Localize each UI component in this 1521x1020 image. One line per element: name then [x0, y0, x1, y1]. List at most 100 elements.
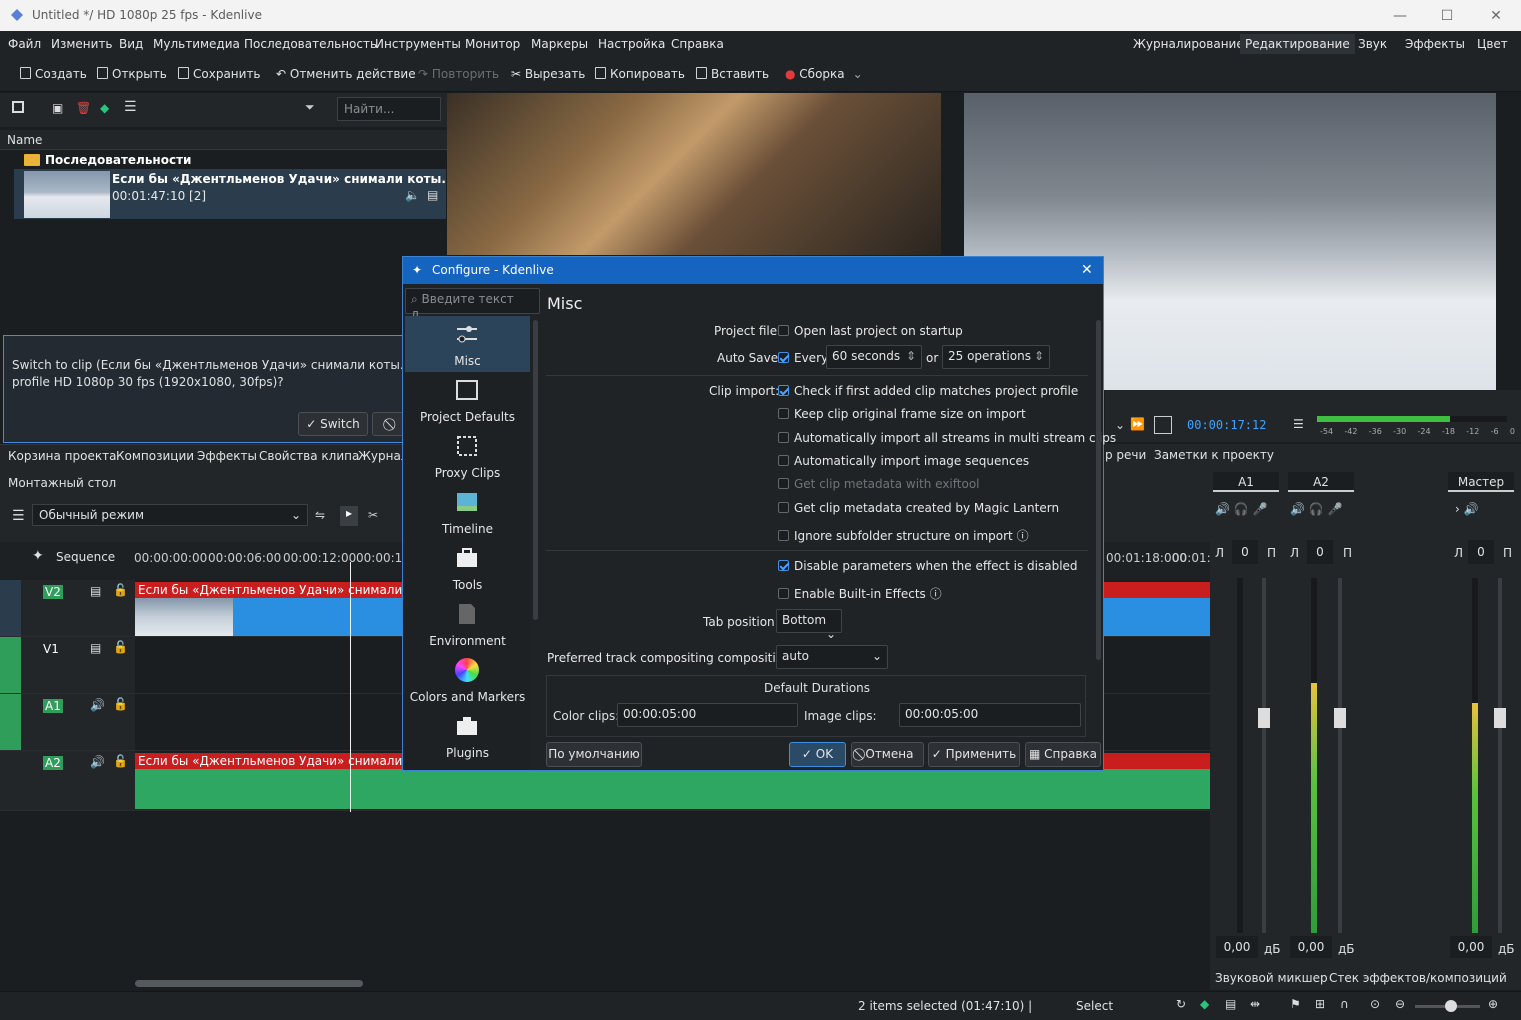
edit-mode-select[interactable]: Обычный режим ⌄ — [32, 504, 308, 526]
settings-search-input[interactable]: ⌕ Введите текст д... — [405, 288, 540, 321]
shield-icon[interactable]: ◆ — [1200, 997, 1209, 1011]
film-icon[interactable]: ▤ — [90, 584, 101, 598]
bin-folder-sequences[interactable]: Последовательности — [45, 153, 191, 167]
speaker-icon[interactable]: 🔊 — [90, 755, 105, 769]
mixer-speaker-icon[interactable]: › 🔊 — [1455, 502, 1479, 516]
color-clips-input[interactable]: 00:00:05:00 — [617, 703, 798, 727]
redo-button[interactable]: ↷ Повторить — [418, 67, 499, 81]
marker-flag-icon[interactable]: ⚑ — [1290, 997, 1301, 1011]
menu-media[interactable]: Мультимедиа — [153, 37, 240, 51]
volume-fader-a2[interactable] — [1334, 578, 1346, 933]
zoom-out-icon[interactable]: ⊖ — [1395, 997, 1405, 1011]
zoom-slider[interactable] — [1415, 1000, 1480, 1012]
film-icon[interactable]: ▤ — [1225, 997, 1236, 1011]
sidebar-item-timeline[interactable]: Timeline — [405, 484, 530, 540]
tab-speech[interactable]: р речи — [1105, 448, 1146, 462]
menu-markers[interactable]: Маркеры — [531, 37, 588, 51]
monitor-menu-icon[interactable]: ☰ — [1293, 417, 1304, 431]
sidebar-scrollbar[interactable] — [533, 320, 538, 620]
gain-input-a1[interactable]: 0,00 — [1216, 936, 1258, 958]
sidebar-item-plugins[interactable]: Plugins — [405, 708, 530, 764]
menu-file[interactable]: Файл — [8, 37, 41, 51]
bin-search-input[interactable]: Найти... — [337, 97, 441, 121]
menu-view[interactable]: Вид — [119, 37, 143, 51]
defaults-button[interactable]: По умолчанию — [546, 742, 642, 767]
pan-input[interactable]: 0 — [1232, 540, 1258, 564]
ok-button[interactable]: ✓ OK — [789, 742, 846, 767]
zoom-in-icon[interactable]: ⊕ — [1488, 997, 1498, 1011]
menu-edit[interactable]: Изменить — [51, 37, 113, 51]
zoom-fit-icon[interactable]: ⊙ — [1370, 997, 1380, 1011]
undo-button[interactable]: ↶ Отменить действие — [276, 67, 416, 81]
volume-fader-master[interactable] — [1494, 578, 1506, 933]
chevron-down-icon[interactable]: ⌄ — [1115, 418, 1125, 432]
snap-icon[interactable]: ⇹ — [1250, 997, 1260, 1011]
add-clip-icon[interactable] — [12, 101, 24, 113]
sidebar-item-colors[interactable]: Colors and Markers — [405, 652, 530, 708]
import-streams-checkbox[interactable]: Automatically import all streams in mult… — [778, 431, 1116, 445]
tab-compositions[interactable]: Композиции — [116, 449, 194, 463]
render-button[interactable]: ● Сборка ⌄ — [785, 67, 863, 81]
save-button[interactable]: Сохранить — [178, 67, 261, 81]
sidebar-item-project-defaults[interactable]: Project Defaults — [405, 372, 530, 428]
workspace-effects[interactable]: Эффекты — [1405, 37, 1465, 51]
magic-lantern-checkbox[interactable]: Get clip metadata created by Magic Lante… — [778, 501, 1059, 515]
gain-input-a2[interactable]: 0,00 — [1290, 936, 1332, 958]
menu-sequence[interactable]: Последовательность — [244, 37, 377, 51]
workspace-audio[interactable]: Звук — [1358, 37, 1387, 51]
cancel-button[interactable]: ⃠ Отмена — [851, 742, 924, 767]
lock-icon[interactable]: 🔓 — [113, 583, 128, 597]
tab-effects[interactable]: Эффекты — [197, 449, 257, 463]
workspace-color[interactable]: Цвет — [1477, 37, 1508, 51]
autosave-seconds-spinbox[interactable]: 60 seconds ⇕ — [826, 345, 922, 369]
keep-frame-size-checkbox[interactable]: Keep clip original frame size on import — [778, 407, 1026, 421]
tab-clip-properties[interactable]: Свойства клипа — [259, 449, 359, 463]
tab-effect-stack[interactable]: Стек эффектов/композиций — [1329, 971, 1507, 985]
tab-position-select[interactable]: Bottom ⌄ — [776, 609, 842, 641]
lock-icon[interactable]: 🔓 — [113, 697, 128, 711]
speaker-icon[interactable]: 🔊 — [90, 698, 105, 712]
close-window-button[interactable]: ✕ — [1473, 3, 1519, 29]
disable-params-checkbox[interactable]: Disable parameters when the effect is di… — [778, 559, 1078, 573]
select-tool-icon[interactable]: ▸ — [340, 506, 358, 526]
film-icon[interactable]: ▤ — [90, 641, 101, 655]
menu-help[interactable]: Справка — [671, 37, 724, 51]
pan-input[interactable]: 0 — [1468, 540, 1494, 564]
spacer-tool-icon[interactable]: ⇋ — [315, 508, 325, 522]
tab-project-bin[interactable]: Корзина проекта — [8, 449, 116, 463]
minimize-button[interactable]: — — [1377, 3, 1423, 29]
switch-button[interactable]: ✓ Switch — [298, 412, 368, 436]
sidebar-item-tools[interactable]: Tools — [405, 540, 530, 596]
paste-button[interactable]: Вставить — [696, 67, 769, 81]
playhead[interactable] — [350, 562, 351, 812]
image-clips-input[interactable]: 00:00:05:00 — [899, 703, 1081, 727]
timeline-menu-icon[interactable]: ☰ — [12, 508, 25, 524]
content-scrollbar[interactable] — [1096, 320, 1101, 660]
pan-input[interactable]: 0 — [1307, 540, 1333, 564]
lock-icon[interactable]: 🔓 — [113, 640, 128, 654]
menu-settings[interactable]: Настройка — [598, 37, 665, 51]
new-button[interactable]: Создать — [20, 67, 87, 81]
delete-icon[interactable]: 🗑 — [76, 101, 91, 115]
volume-fader-a1[interactable] — [1258, 578, 1270, 933]
timeline-scrollbar[interactable] — [135, 980, 363, 987]
refresh-icon[interactable]: ↻ — [1176, 997, 1186, 1011]
gain-input-master[interactable]: 0,00 — [1450, 936, 1492, 958]
close-icon[interactable]: ✕ — [1081, 262, 1093, 278]
zoom-frame-icon[interactable] — [1154, 416, 1172, 434]
sidebar-item-environment[interactable]: Environment — [405, 596, 530, 652]
maximize-button[interactable]: ☐ — [1424, 3, 1470, 29]
copy-button[interactable]: Копировать — [595, 67, 685, 81]
import-sequences-checkbox[interactable]: Automatically import image sequences — [778, 454, 1029, 468]
tab-project-notes[interactable]: Заметки к проекту — [1154, 448, 1274, 462]
check-profile-checkbox[interactable]: Check if first added clip matches projec… — [778, 384, 1078, 398]
menu-monitor[interactable]: Монитор — [465, 37, 520, 51]
menu-tools[interactable]: Инструменты — [375, 37, 461, 51]
autosave-checkbox[interactable]: Every — [778, 351, 828, 365]
workspace-logging[interactable]: Журналирование — [1133, 37, 1244, 51]
fast-forward-icon[interactable]: ⏩ — [1130, 417, 1145, 431]
lock-icon[interactable]: 🔓 — [113, 754, 128, 768]
cut-button[interactable]: ✂ Вырезать — [511, 67, 585, 81]
open-last-checkbox[interactable]: Open last project on startup — [778, 324, 963, 338]
open-button[interactable]: Открыть — [97, 67, 167, 81]
